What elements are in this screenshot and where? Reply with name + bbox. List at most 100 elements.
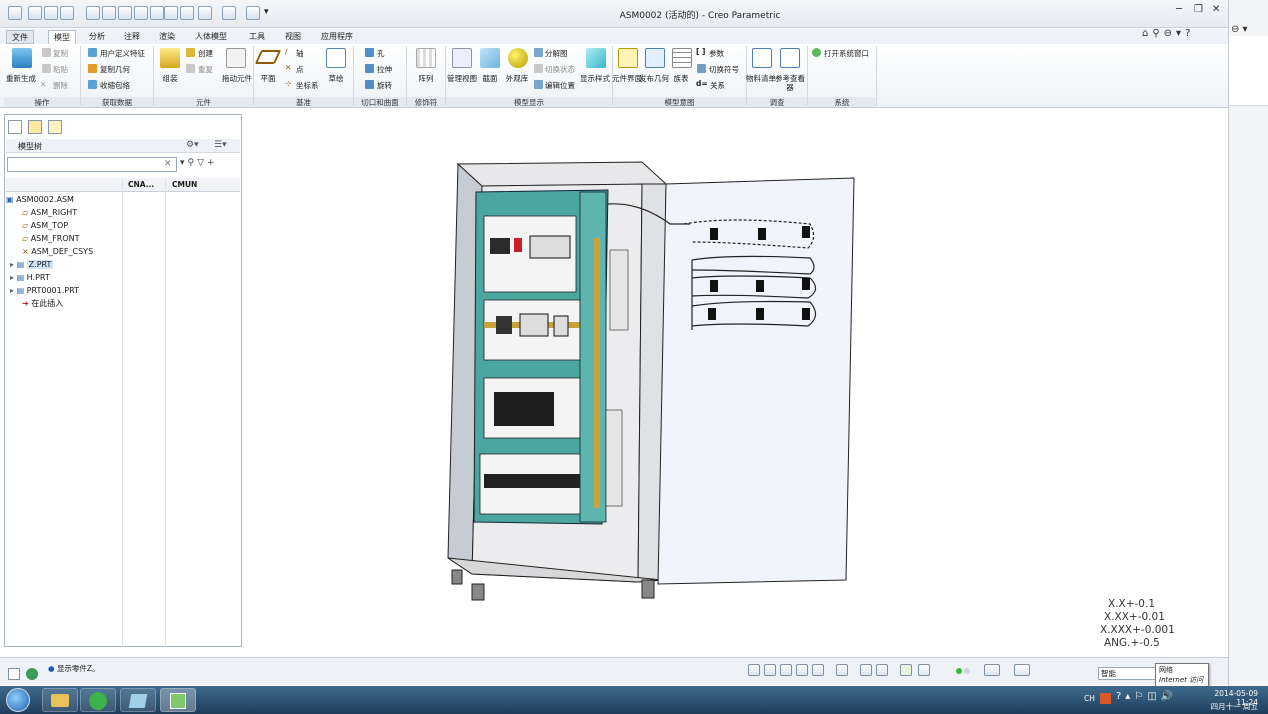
tab-model[interactable]: 模型 — [48, 30, 76, 44]
close-button[interactable]: ✕ — [1212, 4, 1220, 15]
section-icon[interactable] — [480, 48, 500, 68]
bom-button[interactable]: 物料清单 — [746, 74, 776, 83]
copy-button[interactable]: 复制 — [53, 48, 68, 59]
expand-icon[interactable]: ▸ — [10, 286, 14, 295]
group-label-model-intent[interactable]: 模型意图 — [613, 97, 746, 107]
start-button[interactable] — [6, 688, 30, 712]
tree-item[interactable]: ⨯ ASM_DEF_CSYS — [22, 245, 93, 258]
navigator-toggle-icon[interactable] — [8, 668, 20, 680]
tree-item[interactable]: ▣ ASM0002.ASM — [6, 193, 74, 206]
point-icon[interactable]: ✕ — [285, 63, 291, 72]
tab-tools[interactable]: 工具 — [244, 30, 270, 44]
zoom-in-icon[interactable] — [764, 664, 776, 676]
spin-center-icon[interactable] — [900, 664, 912, 676]
ime-icon[interactable] — [1100, 693, 1111, 704]
annotation-display-icon[interactable] — [918, 664, 930, 676]
model-viewport[interactable] — [430, 150, 870, 610]
reference-viewer-button[interactable]: 参考查看器 — [773, 74, 807, 92]
tree-item[interactable]: ▸ ▤ PRT0001.PRT — [10, 284, 79, 297]
family-table-icon[interactable] — [672, 48, 692, 68]
tab-render[interactable]: 渲染 — [154, 30, 180, 44]
explode-button[interactable]: 分解图 — [545, 48, 568, 59]
appearance-sphere-icon[interactable] — [508, 48, 528, 68]
tab-view[interactable]: 视图 — [280, 30, 306, 44]
delete-icon[interactable]: ✕ — [40, 80, 46, 89]
taskbar-creo-button[interactable] — [160, 688, 196, 712]
tab-analysis[interactable]: 分析 — [84, 30, 110, 44]
brackets-icon[interactable] — [28, 6, 42, 20]
saved-views-icon[interactable] — [836, 664, 848, 676]
revolve-button[interactable]: 旋转 — [377, 80, 392, 91]
selection-filter-select[interactable]: 智能 — [1098, 667, 1156, 680]
display-style-button[interactable]: 显示样式 — [580, 74, 610, 83]
pattern-icon[interactable] — [416, 48, 436, 68]
assemble-icon[interactable] — [160, 48, 180, 68]
udf-icon[interactable] — [88, 48, 97, 57]
section-button[interactable]: 截面 — [476, 74, 504, 83]
repeat-button[interactable]: 重复 — [198, 64, 213, 75]
column-cna[interactable]: CNA... — [128, 180, 154, 189]
drag-button[interactable]: 拖动元件 — [222, 74, 252, 83]
delete-button[interactable]: 删除 — [53, 80, 68, 91]
revolve-icon[interactable] — [365, 80, 374, 89]
find-icon[interactable] — [984, 664, 1000, 676]
tree-item[interactable]: ▱ ASM_FRONT — [22, 232, 79, 245]
open-icon[interactable] — [150, 6, 164, 20]
group-label-modifiers[interactable]: 修饰符 — [407, 97, 445, 107]
relations-icon[interactable]: d= — [696, 79, 708, 88]
regen-icon[interactable] — [60, 6, 74, 20]
clear-search-icon[interactable]: ✕ — [164, 159, 172, 169]
redo-icon[interactable] — [222, 6, 236, 20]
plane-button[interactable]: 平面 — [254, 74, 282, 83]
tab-annotate[interactable]: 注释 — [119, 30, 145, 44]
appearance-button[interactable]: 外观库 — [502, 74, 532, 83]
minimize-button[interactable]: ─ — [1176, 4, 1182, 15]
toggle-status-icon[interactable] — [534, 64, 543, 73]
manage-views-button[interactable]: 管理视图 — [446, 74, 478, 83]
green-circle-icon[interactable] — [86, 6, 100, 20]
favorites-tab-icon[interactable] — [48, 120, 62, 134]
copy-icon[interactable] — [42, 48, 51, 57]
group-label-model-display[interactable]: 模型显示 — [446, 97, 612, 107]
search-filter-icons[interactable]: ▾⚲▽+ — [180, 158, 218, 168]
parameters-button[interactable]: 参数 — [709, 48, 724, 59]
paste-icon[interactable] — [42, 64, 51, 73]
extrude-button[interactable]: 拉伸 — [377, 64, 392, 75]
point-button[interactable]: 点 — [296, 64, 304, 75]
system-window-icon[interactable] — [812, 48, 821, 57]
tree-item[interactable]: ▸ ▤ Z.PRT — [10, 258, 54, 271]
pattern-button[interactable]: 阵列 — [410, 74, 442, 83]
repeat-icon[interactable] — [186, 64, 195, 73]
plane-icon[interactable] — [254, 50, 282, 64]
drag-hand-icon[interactable] — [226, 48, 246, 68]
help-icons[interactable]: ⌂⚲⊖▾? — [1142, 28, 1194, 39]
parameters-icon[interactable]: [ ] — [696, 47, 705, 56]
group-label-investigate[interactable]: 调查 — [747, 97, 807, 107]
paste-button[interactable]: 粘贴 — [53, 64, 68, 75]
column-cmun[interactable]: CMUN — [172, 180, 197, 189]
browser-toggle-icon[interactable] — [26, 668, 38, 680]
explode-icon[interactable] — [534, 48, 543, 57]
group-label-cut-surface[interactable]: 切口和曲面 — [354, 97, 406, 107]
group-label-datum[interactable]: 基准 — [254, 97, 353, 107]
toggle-status-button[interactable]: 切换状态 — [545, 64, 575, 75]
tab-file[interactable]: 文件 — [6, 30, 34, 44]
display-style-icon[interactable] — [812, 664, 824, 676]
create-icon[interactable] — [186, 48, 195, 57]
edit-position-icon[interactable] — [534, 80, 543, 89]
window-icon[interactable] — [1014, 664, 1030, 676]
tree-search-input[interactable]: ✕ — [7, 157, 177, 172]
undo-icon[interactable] — [198, 6, 212, 20]
zoom-out-icon[interactable] — [780, 664, 792, 676]
publish-geom-button[interactable]: 发布几何 — [639, 74, 669, 83]
group-label-ops[interactable]: 操作 — [4, 97, 80, 107]
copy-geom-icon[interactable] — [88, 64, 97, 73]
publish-geom-icon[interactable] — [645, 48, 665, 68]
tree-item[interactable]: ▱ ASM_RIGHT — [22, 206, 77, 219]
open-system-window-button[interactable]: 打开系统窗口 — [824, 48, 869, 59]
tree-settings-icon[interactable]: ⚙▾ — [186, 140, 199, 150]
folder-browser-tab-icon[interactable] — [28, 120, 42, 134]
bom-icon[interactable] — [752, 48, 772, 68]
save-icon[interactable] — [180, 6, 194, 20]
expand-icon[interactable]: ▸ — [10, 273, 14, 282]
